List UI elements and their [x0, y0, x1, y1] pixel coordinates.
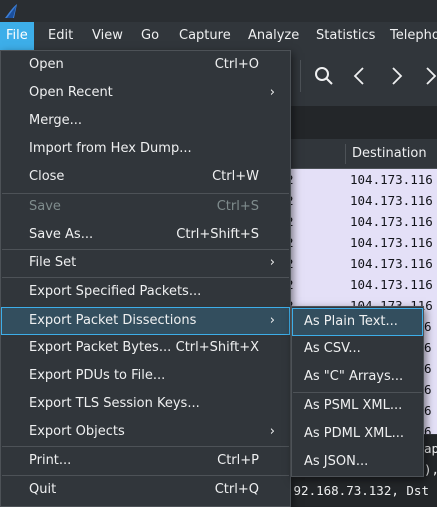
- menu-item-label: Merge...: [29, 113, 82, 128]
- find-packet-icon[interactable]: [312, 64, 336, 88]
- menu-edit[interactable]: Edit: [42, 22, 79, 50]
- menu-item-label: As "C" Arrays...: [304, 369, 404, 384]
- menu-separator: [2, 475, 289, 476]
- submenu-item-plain-text[interactable]: As Plain Text...: [292, 308, 423, 336]
- submenu-item-c-arrays[interactable]: As "C" Arrays...: [293, 364, 422, 390]
- menu-item-label: Close: [29, 169, 65, 184]
- menu-item-export-packet-dissections[interactable]: Export Packet Dissections ›: [1, 307, 290, 335]
- menu-statistics[interactable]: Statistics: [310, 22, 381, 50]
- menu-item-open-recent[interactable]: Open Recent ›: [2, 80, 289, 106]
- menu-item-open[interactable]: Open Ctrl+O: [2, 52, 289, 78]
- menu-item-label: As PSML XML...: [304, 398, 403, 413]
- menu-item-label: Export Specified Packets...: [29, 284, 202, 299]
- menu-item-label: Quit: [29, 482, 57, 497]
- menu-item-shortcut: Ctrl+Shift+X: [175, 340, 259, 355]
- menu-view[interactable]: View: [86, 22, 129, 50]
- go-forward-icon[interactable]: [384, 64, 408, 88]
- title-bar: [0, 0, 437, 22]
- menu-item-import-hex-dump[interactable]: Import from Hex Dump...: [2, 136, 289, 162]
- detail-line: ),: [424, 462, 437, 477]
- menu-item-label: As Plain Text...: [304, 314, 398, 329]
- menu-item-export-packet-bytes[interactable]: Export Packet Bytes... Ctrl+Shift+X: [2, 335, 289, 361]
- go-to-packet-icon[interactable]: [418, 64, 437, 88]
- row-destination: 104.173.116: [350, 277, 433, 292]
- detail-line: .92.168.73.132, Dst: [286, 483, 429, 498]
- menu-go[interactable]: Go: [135, 22, 165, 50]
- column-header-destination[interactable]: Destination: [346, 140, 427, 168]
- menu-item-label: As JSON...: [304, 454, 369, 469]
- menu-item-shortcut: Ctrl+S: [216, 199, 259, 214]
- chevron-right-icon: ›: [269, 85, 275, 100]
- menu-analyze[interactable]: Analyze: [242, 22, 305, 50]
- menu-telephony[interactable]: Telephony: [384, 22, 437, 50]
- row-destination: 6: [424, 340, 432, 355]
- menu-item-file-set[interactable]: File Set ›: [2, 250, 289, 276]
- row-destination: 104.173.116: [350, 235, 433, 250]
- menu-item-label: Print...: [29, 453, 72, 468]
- menu-item-label: Open Recent: [29, 85, 113, 100]
- menu-bar: File Edit View Go Capture Analyze Statis…: [0, 22, 437, 50]
- menu-item-shortcut: Ctrl+Shift+S: [176, 227, 259, 242]
- menu-item-shortcut: Ctrl+Q: [214, 482, 259, 497]
- export-dissections-submenu: As Plain Text... As CSV... As "C" Arrays…: [291, 306, 424, 477]
- menu-item-label: As CSV...: [304, 341, 361, 356]
- menu-item-save: Save Ctrl+S: [2, 194, 289, 220]
- menu-file[interactable]: File: [0, 22, 34, 50]
- menu-item-export-pdus[interactable]: Export PDUs to File...: [2, 363, 289, 389]
- row-destination: 104.173.116: [350, 256, 433, 271]
- menu-item-quit[interactable]: Quit Ctrl+Q: [2, 477, 289, 503]
- menu-item-label: File Set: [29, 255, 77, 270]
- toolbar-separator: [300, 60, 301, 92]
- row-destination: 104.173.116: [350, 193, 433, 208]
- row-destination: 104.173.116: [350, 214, 433, 229]
- chevron-right-icon: ›: [269, 255, 275, 270]
- menu-item-label: Export PDUs to File...: [29, 368, 166, 383]
- menu-item-shortcut: Ctrl+O: [214, 57, 259, 72]
- menu-item-save-as[interactable]: Save As... Ctrl+Shift+S: [2, 222, 289, 248]
- row-destination: 6: [424, 361, 432, 376]
- menu-item-label: Import from Hex Dump...: [29, 141, 192, 156]
- menu-item-shortcut: Ctrl+W: [212, 169, 259, 184]
- file-menu: Open Ctrl+O Open Recent › Merge... Impor…: [0, 50, 291, 507]
- submenu-item-csv[interactable]: As CSV...: [293, 336, 422, 362]
- menu-item-label: Save: [29, 199, 61, 214]
- menu-item-export-specified-packets[interactable]: Export Specified Packets...: [2, 279, 289, 305]
- menu-item-shortcut: Ctrl+P: [217, 453, 259, 468]
- menu-item-label: Export TLS Session Keys...: [29, 396, 200, 411]
- submenu-item-psml-xml[interactable]: As PSML XML...: [293, 393, 422, 419]
- menu-item-merge[interactable]: Merge...: [2, 108, 289, 134]
- chevron-right-icon: ›: [269, 424, 275, 439]
- menu-item-label: Export Objects: [29, 424, 125, 439]
- menu-item-label: Export Packet Dissections: [29, 313, 197, 328]
- menu-item-label: Save As...: [29, 227, 94, 242]
- menu-item-export-tls-keys[interactable]: Export TLS Session Keys...: [2, 391, 289, 417]
- row-destination: 6: [424, 424, 432, 434]
- submenu-item-pdml-xml[interactable]: As PDML XML...: [293, 421, 422, 447]
- menu-item-close[interactable]: Close Ctrl+W: [2, 164, 289, 190]
- row-destination: 6: [424, 382, 432, 397]
- menu-item-label: Open: [29, 57, 64, 72]
- row-destination: 104.173.116: [350, 172, 433, 187]
- wireshark-fin-icon: [5, 4, 17, 18]
- detail-line: ap: [424, 441, 437, 456]
- menu-item-print[interactable]: Print... Ctrl+P: [2, 448, 289, 474]
- menu-capture[interactable]: Capture: [173, 22, 237, 50]
- row-destination: 6: [424, 403, 432, 418]
- menu-separator: [2, 277, 289, 278]
- submenu-item-json[interactable]: As JSON...: [293, 449, 422, 475]
- menu-separator: [2, 446, 289, 447]
- chevron-right-icon: ›: [269, 313, 275, 328]
- go-back-icon[interactable]: [348, 64, 372, 88]
- menu-item-label: As PDML XML...: [304, 426, 405, 441]
- menu-item-label: Export Packet Bytes...: [29, 340, 172, 355]
- menu-item-export-objects[interactable]: Export Objects ›: [2, 419, 289, 445]
- row-destination: 6: [424, 319, 432, 334]
